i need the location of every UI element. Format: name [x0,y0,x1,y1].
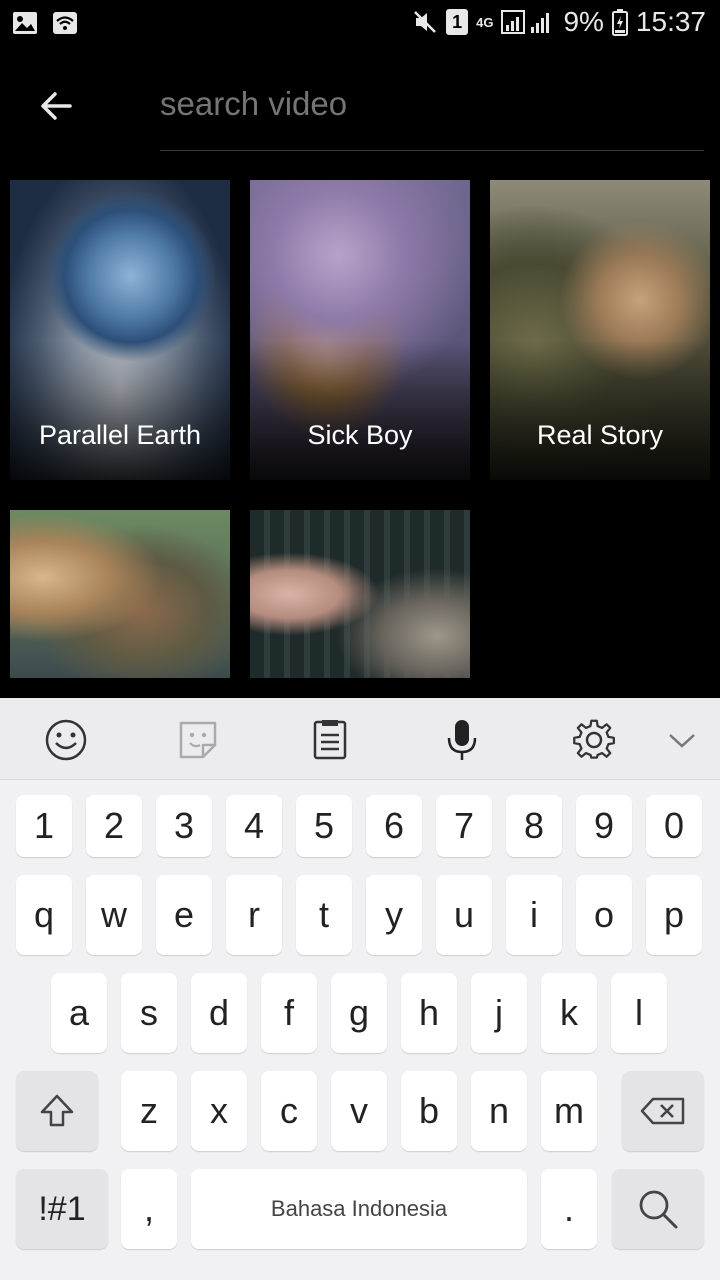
video-title: Sick Boy [307,420,413,450]
sticker-icon [179,721,217,759]
emoji-icon [45,719,87,761]
key-9[interactable]: 9 [576,795,632,857]
key-4[interactable]: 4 [226,795,282,857]
search-underline [160,150,704,151]
search-icon [639,1190,678,1229]
key-2[interactable]: 2 [86,795,142,857]
key-r[interactable]: r [226,875,282,955]
arrow-left-icon [41,92,72,120]
key-k[interactable]: k [541,973,597,1053]
key-a[interactable]: a [51,973,107,1053]
comma-key[interactable]: , [121,1169,177,1249]
key-j[interactable]: j [471,973,527,1053]
key-e[interactable]: e [156,875,212,955]
key-3[interactable]: 3 [156,795,212,857]
back-button[interactable] [30,80,82,132]
key-u[interactable]: u [436,875,492,955]
video-tile[interactable]: Sick Boy [250,180,470,480]
video-tile[interactable] [250,510,470,678]
key-n[interactable]: n [471,1071,527,1151]
chevron-down-icon [669,734,695,748]
sticker-button[interactable] [170,712,226,768]
microphone-icon [447,720,477,760]
key-v[interactable]: v [331,1071,387,1151]
key-g[interactable]: g [331,973,387,1053]
key-7[interactable]: 7 [436,795,492,857]
clipboard-button[interactable] [302,712,358,768]
key-m[interactable]: m [541,1071,597,1151]
search-key[interactable] [612,1169,704,1249]
video-title: Real Story [536,420,664,450]
key-y[interactable]: y [366,875,422,955]
search-input[interactable] [160,74,704,134]
key-5[interactable]: 5 [296,795,352,857]
clipboard-icon [313,720,347,760]
key-f[interactable]: f [261,973,317,1053]
network-type: 4G [476,14,494,30]
sim-icon: 1 [446,9,469,35]
video-tile[interactable]: Parallel Earth [10,180,230,480]
keyboard-settings-button[interactable] [566,712,622,768]
video-tile[interactable]: Real Story [490,180,710,480]
key-w[interactable]: w [86,875,142,955]
emoji-button[interactable] [38,712,94,768]
key-1[interactable]: 1 [16,795,72,857]
battery-icon [611,8,628,36]
key-6[interactable]: 6 [366,795,422,857]
image-icon [12,10,38,36]
space-key[interactable]: Bahasa Indonesia [191,1169,527,1249]
key-0[interactable]: 0 [646,795,702,857]
status-bar: 1 4G 9% 15:37 [0,0,720,50]
key-c[interactable]: c [261,1071,317,1151]
key-h[interactable]: h [401,973,457,1053]
soft-keyboard: 1 2 3 4 5 6 7 8 9 0 q w e r t y u i o p … [0,698,720,1280]
key-x[interactable]: x [191,1071,247,1151]
mute-icon [412,9,438,35]
key-p[interactable]: p [646,875,702,955]
key-i[interactable]: i [506,875,562,955]
key-l[interactable]: l [611,973,667,1053]
key-d[interactable]: d [191,973,247,1053]
key-o[interactable]: o [576,875,632,955]
shift-icon [40,1094,74,1127]
battery-percent: 9% [563,6,604,37]
shift-key[interactable] [16,1071,98,1151]
backspace-icon [640,1097,685,1125]
clock: 15:37 [635,6,706,37]
key-b[interactable]: b [401,1071,457,1151]
video-title: Parallel Earth [38,420,202,450]
search-header [0,50,720,160]
app-screen: 1 4G 9% 15:37 Parallel Earth [0,0,720,1280]
key-8[interactable]: 8 [506,795,562,857]
collapse-keyboard-button[interactable] [654,712,710,768]
key-q[interactable]: q [16,875,72,955]
settings-icon [573,719,615,759]
key-s[interactable]: s [121,973,177,1053]
video-thumbnail [10,510,230,678]
symbols-key[interactable]: !#1 [16,1169,108,1249]
backspace-key[interactable] [622,1071,704,1151]
video-thumbnail [250,510,470,678]
signal-icon [501,9,555,35]
keyboard-toolbar [0,698,720,780]
period-key[interactable]: . [541,1169,597,1249]
video-tile[interactable] [10,510,230,678]
wifi-icon [52,10,78,36]
key-z[interactable]: z [121,1071,177,1151]
key-t[interactable]: t [296,875,352,955]
video-grid: Parallel Earth Sick Boy Real Story [0,160,720,698]
voice-input-button[interactable] [434,712,490,768]
